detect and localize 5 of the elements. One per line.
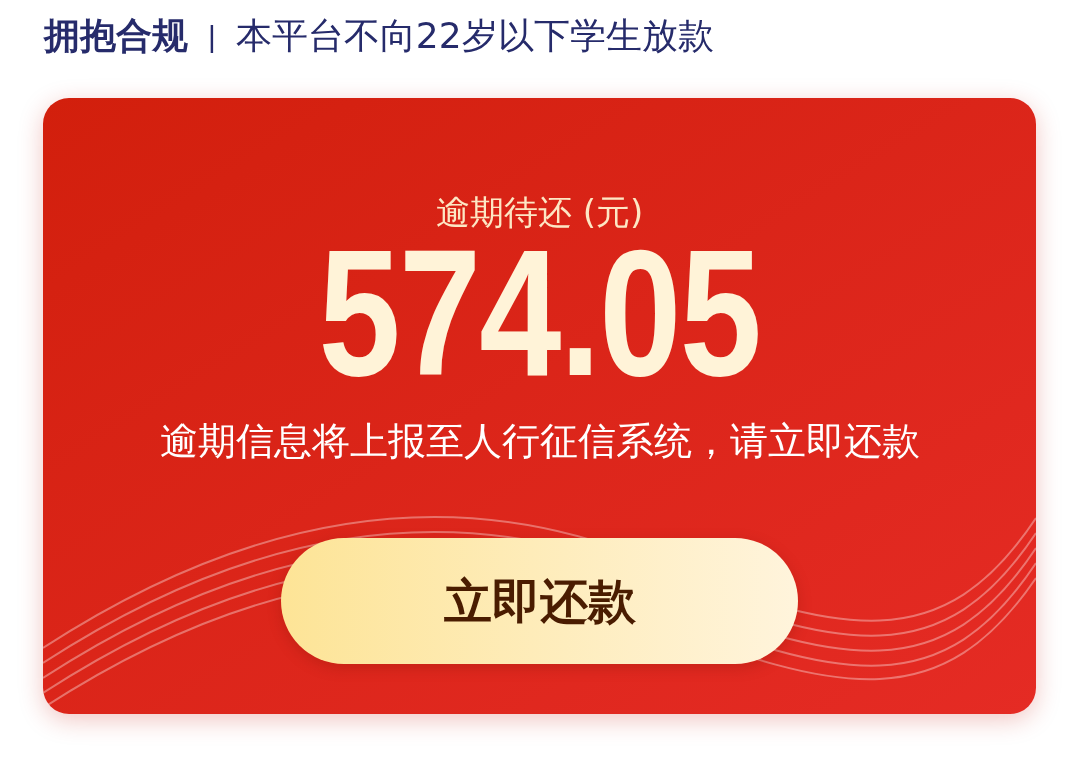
separator: | (208, 18, 216, 55)
notice-text: 本平台不向22岁以下学生放款 (235, 14, 714, 58)
warning-text: 逾期信息将上报至人行征信系统，请立即还款 (159, 418, 920, 465)
header-title: 拥抱合规 (44, 14, 188, 58)
repay-button[interactable]: 立即还款 (281, 538, 798, 664)
